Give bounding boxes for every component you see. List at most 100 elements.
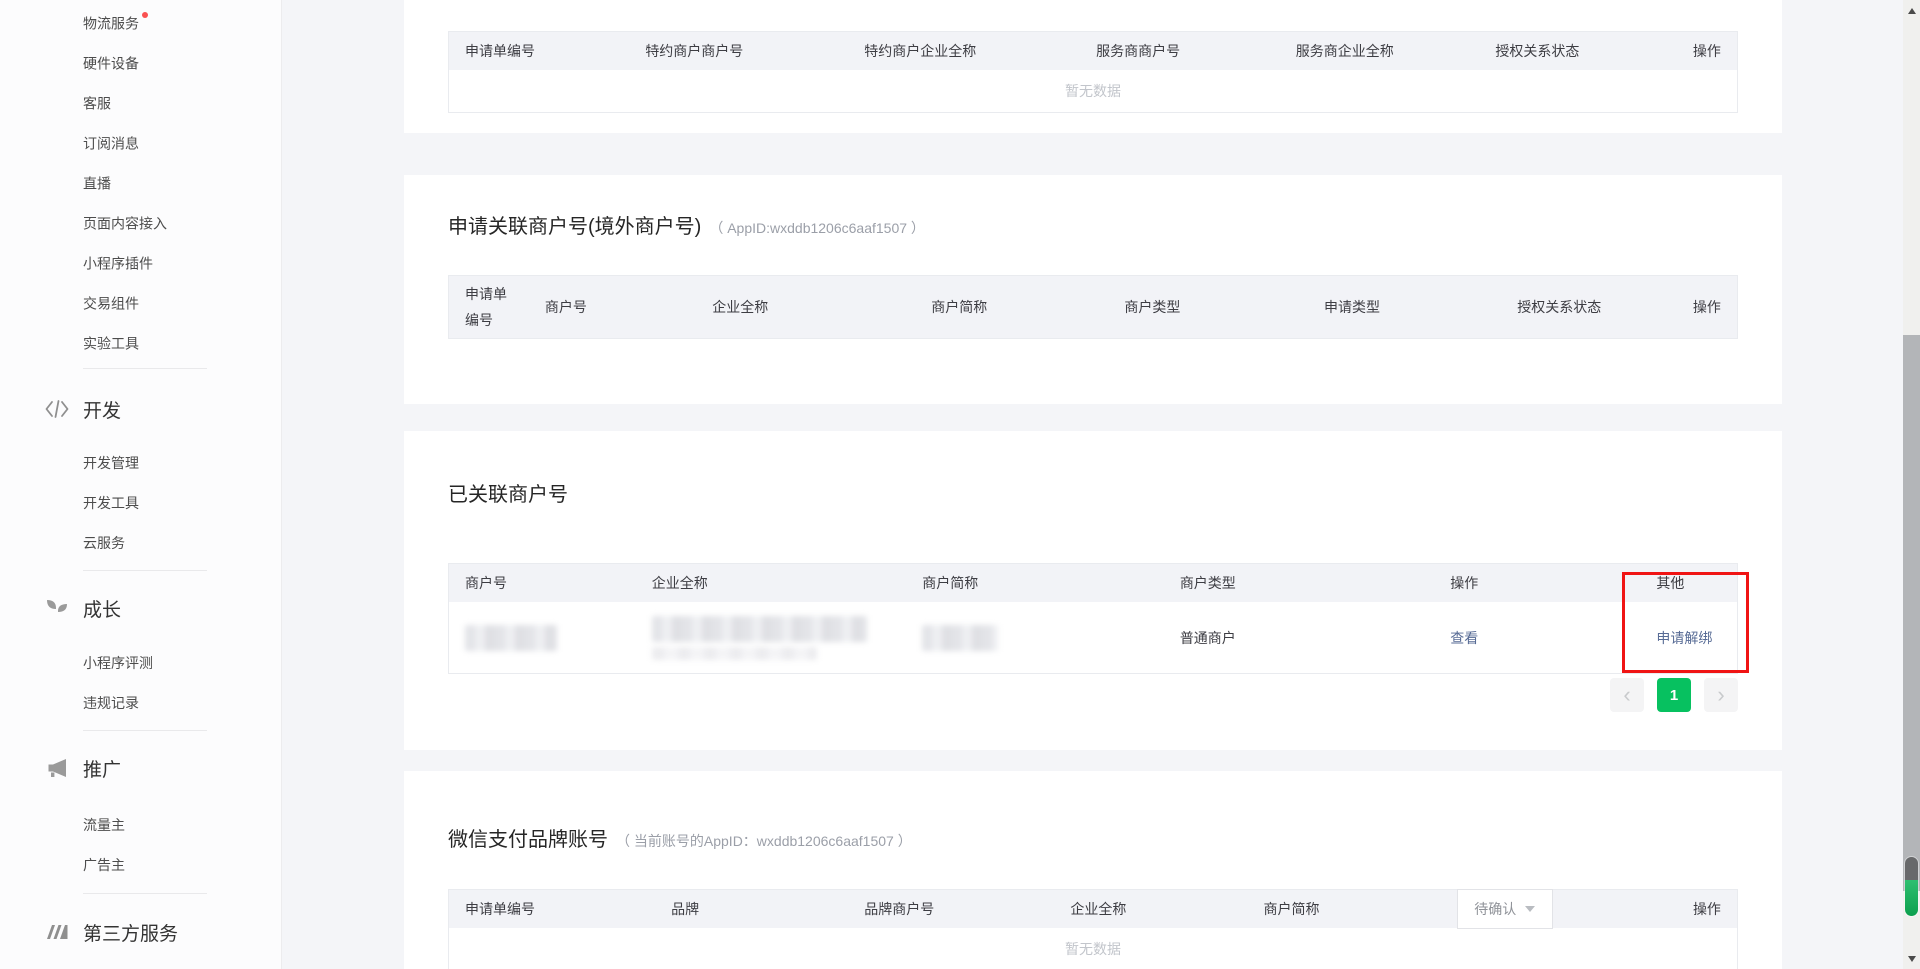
status-filter-dropdown[interactable]: 待确认 <box>1457 889 1553 929</box>
sidebar-group-label: 第三方服务 <box>83 919 178 946</box>
col-merchant-short-name: 商户简称 <box>915 294 1108 320</box>
sidebar-item-customer-service[interactable]: 客服 <box>0 82 281 122</box>
third-party-service-icon <box>44 920 70 944</box>
next-page-button[interactable]: › <box>1704 678 1738 712</box>
prev-page-button[interactable]: ‹ <box>1610 678 1644 712</box>
sidebar-item-label: 流量主 <box>83 817 125 833</box>
card-wxpay-brand-account: 微信支付品牌账号 （ 当前账号的AppID：wxddb1206c6aaf1507… <box>404 771 1782 969</box>
appid-note: （ AppID:wxddb1206c6aaf1507 ） <box>709 218 925 238</box>
sidebar: 物流服务 硬件设备 客服 订阅消息 直播 页面内容接入 小程序插件 交易组件 实… <box>0 0 282 969</box>
empty-state: 暂无数据 <box>449 70 1737 112</box>
col-merchant-id: 商户号 <box>529 294 696 320</box>
sidebar-group-promotion[interactable]: 推广 <box>0 748 281 788</box>
col-action: 操作 <box>1673 294 1737 320</box>
megaphone-icon <box>44 756 70 780</box>
section-title: 微信支付品牌账号 <box>448 826 608 854</box>
col-brand-merchant-id: 品牌商户号 <box>848 899 1054 919</box>
scrollbar-overlay-indicator <box>1905 857 1918 916</box>
col-sub-merchant-id: 特约商户商户号 <box>629 41 848 61</box>
overseas-merchant-table: 申请单编号 商户号 企业全称 商户简称 商户类型 申请类型 授权关系状态 操作 <box>448 275 1738 339</box>
sidebar-item-label: 交易组件 <box>83 295 139 311</box>
code-icon <box>44 397 70 421</box>
sidebar-group-develop[interactable]: 开发 <box>0 389 281 429</box>
sidebar-item-subscribe-message[interactable]: 订阅消息 <box>0 122 281 162</box>
empty-state: 暂无数据 <box>449 928 1737 969</box>
col-company-name: 企业全称 <box>1054 899 1247 919</box>
redacted-company-name <box>636 616 906 660</box>
sidebar-item-label: 开发管理 <box>83 455 139 471</box>
col-company-name: 企业全称 <box>696 294 915 320</box>
sidebar-divider <box>83 893 207 894</box>
sidebar-item-lab-tools[interactable]: 实验工具 <box>0 322 281 362</box>
merchant-type-value: 普通商户 <box>1164 628 1434 648</box>
sidebar-divider <box>83 368 207 369</box>
card-overseas-merchant: 申请关联商户号(境外商户号) （ AppID:wxddb1206c6aaf150… <box>404 175 1782 404</box>
col-merchant-type: 商户类型 <box>1164 573 1434 593</box>
status-filter-label: 待确认 <box>1474 899 1516 919</box>
sidebar-item-dev-tools[interactable]: 开发工具 <box>0 483 281 523</box>
wechat-miniprogram-console-page: { "sidebar": { "items": [ {"label": "物流服… <box>0 0 1920 969</box>
scroll-down-arrow-icon[interactable] <box>1908 956 1916 962</box>
scrollbar-thumb[interactable] <box>1903 335 1920 891</box>
status-filter-cell: 待确认 <box>1441 889 1583 929</box>
table-header-row: 申请单编号 商户号 企业全称 商户简称 商户类型 申请类型 授权关系状态 操作 <box>449 276 1737 338</box>
linked-merchant-table: 商户号 企业全称 商户简称 商户类型 操作 其他 普通商户 查看 申请解绑 <box>448 563 1738 674</box>
sidebar-item-cloud-service[interactable]: 云服务 <box>0 523 281 563</box>
col-sub-merchant-name: 特约商户企业全称 <box>848 41 1080 61</box>
col-brand: 品牌 <box>655 899 848 919</box>
brand-account-table: 申请单编号 品牌 品牌商户号 企业全称 商户简称 待确认 操作 暂无数据 <box>448 889 1738 969</box>
view-link[interactable]: 查看 <box>1450 630 1478 646</box>
sidebar-item-label: 违规记录 <box>83 695 139 711</box>
col-auth-status: 授权关系状态 <box>1501 294 1672 320</box>
sidebar-item-label: 广告主 <box>83 857 125 873</box>
col-provider-name: 服务商企业全称 <box>1280 41 1480 61</box>
sidebar-item-dev-manage[interactable]: 开发管理 <box>0 443 281 483</box>
sidebar-item-label: 云服务 <box>83 535 125 551</box>
col-action: 操作 <box>1634 41 1737 61</box>
sidebar-item-hardware[interactable]: 硬件设备 <box>0 42 281 82</box>
sidebar-divider <box>83 570 207 571</box>
sidebar-group-label: 推广 <box>83 755 121 782</box>
sidebar-group-growth[interactable]: 成长 <box>0 588 281 628</box>
scroll-up-arrow-icon[interactable] <box>1908 8 1916 14</box>
sidebar-group-third-party[interactable]: 第三方服务 <box>0 912 281 952</box>
chevron-down-icon <box>1525 906 1535 912</box>
table-header-row: 申请单编号 特约商户商户号 特约商户企业全称 服务商商户号 服务商企业全称 授权… <box>449 32 1737 70</box>
card-linked-merchants: 已关联商户号 商户号 企业全称 商户简称 商户类型 操作 其他 普通商户 查看 … <box>404 431 1782 750</box>
section-title: 已关联商户号 <box>448 481 568 509</box>
col-other: 其他 <box>1640 573 1737 593</box>
sidebar-item-label: 订阅消息 <box>83 135 139 151</box>
col-apply-no: 申请单编号 <box>449 41 629 61</box>
sidebar-item-label: 实验工具 <box>83 335 139 351</box>
page-1-button[interactable]: 1 <box>1657 678 1691 712</box>
sidebar-item-label: 页面内容接入 <box>83 215 167 231</box>
sidebar-item-traffic-owner[interactable]: 流量主 <box>0 805 281 845</box>
sidebar-item-label: 硬件设备 <box>83 55 139 71</box>
sprout-icon <box>44 596 70 620</box>
appid-note: （ 当前账号的AppID：wxddb1206c6aaf1507 ） <box>616 831 912 851</box>
red-dot-badge <box>142 12 148 18</box>
sidebar-item-trade-component[interactable]: 交易组件 <box>0 282 281 322</box>
sidebar-item-mp-evaluation[interactable]: 小程序评测 <box>0 643 281 683</box>
col-auth-status: 授权关系状态 <box>1479 41 1634 61</box>
section-title: 申请关联商户号(境外商户号) <box>448 213 701 241</box>
sidebar-item-live[interactable]: 直播 <box>0 162 281 202</box>
col-action: 操作 <box>1582 899 1737 919</box>
authorization-table: 申请单编号 特约商户商户号 特约商户企业全称 服务商商户号 服务商企业全称 授权… <box>448 31 1738 113</box>
apply-unbind-link[interactable]: 申请解绑 <box>1656 625 1712 651</box>
sidebar-item-advertiser[interactable]: 广告主 <box>0 845 281 885</box>
sidebar-item-page-content[interactable]: 页面内容接入 <box>0 202 281 242</box>
sidebar-item-violation-record[interactable]: 违规记录 <box>0 683 281 723</box>
vertical-scrollbar[interactable] <box>1903 0 1920 969</box>
table-header-row: 申请单编号 品牌 品牌商户号 企业全称 商户简称 待确认 操作 <box>449 890 1737 928</box>
sidebar-group-label: 成长 <box>83 595 121 622</box>
sidebar-item-label: 小程序插件 <box>83 255 153 271</box>
sidebar-item-logistics[interactable]: 物流服务 <box>0 2 281 42</box>
sidebar-divider <box>83 730 207 731</box>
sidebar-item-plugin[interactable]: 小程序插件 <box>0 242 281 282</box>
col-apply-type: 申请类型 <box>1308 294 1501 320</box>
col-merchant-short-name: 商户简称 <box>906 573 1164 593</box>
col-merchant-type: 商户类型 <box>1108 294 1308 320</box>
sidebar-group-label: 开发 <box>83 396 121 423</box>
pagination: ‹ 1 › <box>448 678 1738 712</box>
